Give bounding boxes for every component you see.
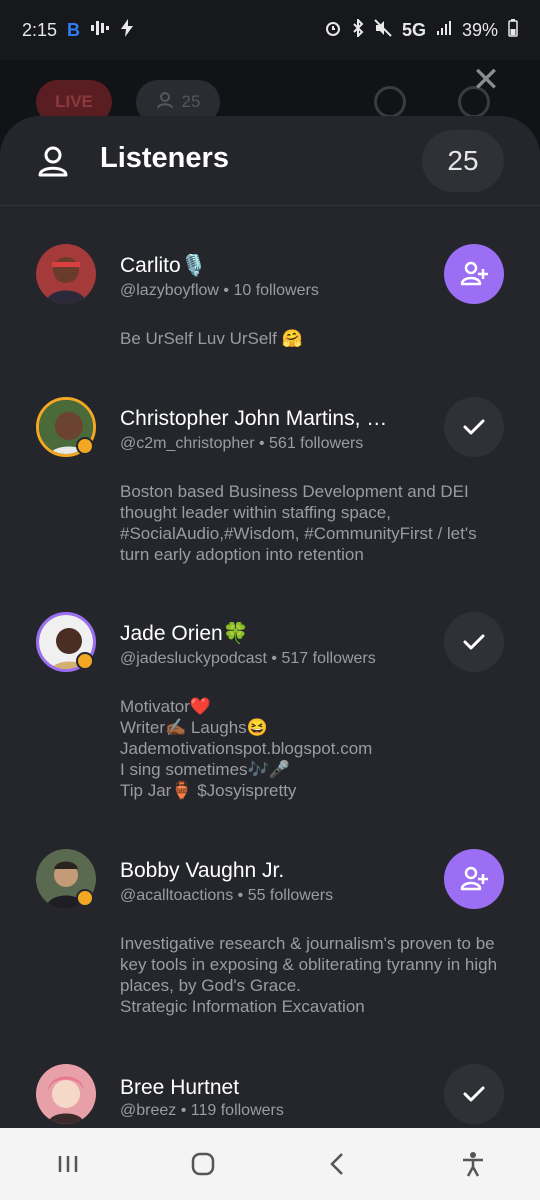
bolt-icon [120, 18, 134, 42]
listener-name[interactable]: Bobby Vaughn Jr. [120, 859, 284, 883]
recent-apps-icon [58, 1156, 77, 1172]
close-icon: ✕ [471, 61, 501, 99]
status-time: 2:15 [22, 19, 58, 40]
room-count-label: 25 [181, 92, 201, 111]
listeners-sheet: Listeners 25 Carlito🎙️ @lazyboyflow • 10… [0, 116, 540, 1128]
listener-handle: @lazyboyflow [120, 282, 219, 299]
listener-meta: @c2m_christopher • 561 followers [120, 435, 363, 453]
avatar[interactable] [36, 244, 96, 304]
add-user-icon [460, 261, 488, 286]
meta-separator: • [266, 650, 282, 667]
accessibility-button[interactable] [449, 1140, 497, 1188]
listener-bio: Be UrSelf Luv UrSelf 🤗 [120, 329, 303, 348]
chat-icon [374, 86, 406, 118]
listener-handle: @breez [120, 1102, 177, 1119]
follow-button[interactable] [444, 244, 504, 304]
network-label: 5G [401, 19, 426, 40]
following-button[interactable] [444, 397, 504, 457]
listener-meta: @lazyboyflow • 10 followers [120, 282, 319, 300]
mute-icon [374, 18, 392, 42]
meta-separator: • [176, 1102, 191, 1119]
verified-badge-icon [76, 437, 94, 455]
listener-followers: 517 followers [281, 650, 376, 667]
person-icon [156, 91, 174, 114]
home-icon [191, 1152, 214, 1176]
listener-followers: 119 followers [190, 1102, 284, 1119]
listener-handle: @jadesluckypodcast [120, 650, 267, 667]
accessibility-icon [462, 1152, 483, 1177]
signal-icon [436, 20, 452, 41]
recent-apps-button[interactable] [44, 1140, 92, 1188]
checkmark-icon [463, 634, 485, 650]
battery-icon [508, 18, 518, 42]
listener-handle: @c2m_christopher [120, 435, 255, 452]
home-button[interactable] [179, 1140, 227, 1188]
checkmark-icon [463, 419, 485, 435]
waveform-icon [90, 19, 110, 42]
verified-badge-icon [76, 652, 94, 670]
listener-followers: 55 followers [247, 887, 334, 904]
listener-name[interactable]: Bree Hurtnet [120, 1076, 239, 1100]
b-app-icon: B [67, 19, 81, 40]
verified-badge-icon [76, 889, 94, 907]
listener-meta: @jadesluckypodcast • 517 followers [120, 650, 376, 668]
listener-bio: Boston based Business Development and DE… [120, 482, 477, 564]
person-icon [38, 146, 68, 177]
sheet-header: Listeners 25 [0, 116, 540, 206]
listener-bio: Investigative research & journalism's pr… [120, 934, 498, 1016]
meta-separator: • [218, 282, 234, 299]
back-icon [329, 1153, 343, 1175]
listener-meta: @breez • 119 followers [120, 1102, 284, 1120]
following-button[interactable] [444, 612, 504, 672]
listener-bio: Motivator❤️ Writer✍🏾 Laughs😆 Jademotivat… [120, 697, 373, 800]
listener-name[interactable]: Christopher John Martins, … [120, 407, 387, 431]
listener-name[interactable]: Jade Orien🍀 [120, 622, 249, 646]
listener-followers: 561 followers [269, 435, 364, 452]
checkmark-icon [463, 1086, 485, 1102]
listener-name[interactable]: Carlito🎙️ [120, 254, 207, 278]
follow-button[interactable] [444, 849, 504, 909]
close-button[interactable]: ✕ [466, 60, 506, 100]
bluetooth-icon [352, 17, 364, 42]
meta-separator: • [254, 435, 270, 452]
navigation-bar [0, 1128, 540, 1200]
listener-handle: @acalltoactions [120, 887, 234, 904]
listener-count-badge: 25 [422, 130, 504, 192]
meta-separator: • [233, 887, 248, 904]
alarm-icon [324, 19, 342, 42]
following-button[interactable] [444, 1064, 504, 1124]
sheet-title: Listeners [100, 142, 229, 174]
status-bar: 2:15 B 5G 39% [0, 0, 540, 60]
avatar[interactable] [36, 1064, 96, 1124]
listener-meta: @acalltoactions • 55 followers [120, 887, 333, 905]
add-user-icon [460, 866, 488, 891]
back-button[interactable] [314, 1140, 362, 1188]
battery-label: 39% [461, 19, 498, 40]
listener-followers: 10 followers [233, 282, 319, 299]
